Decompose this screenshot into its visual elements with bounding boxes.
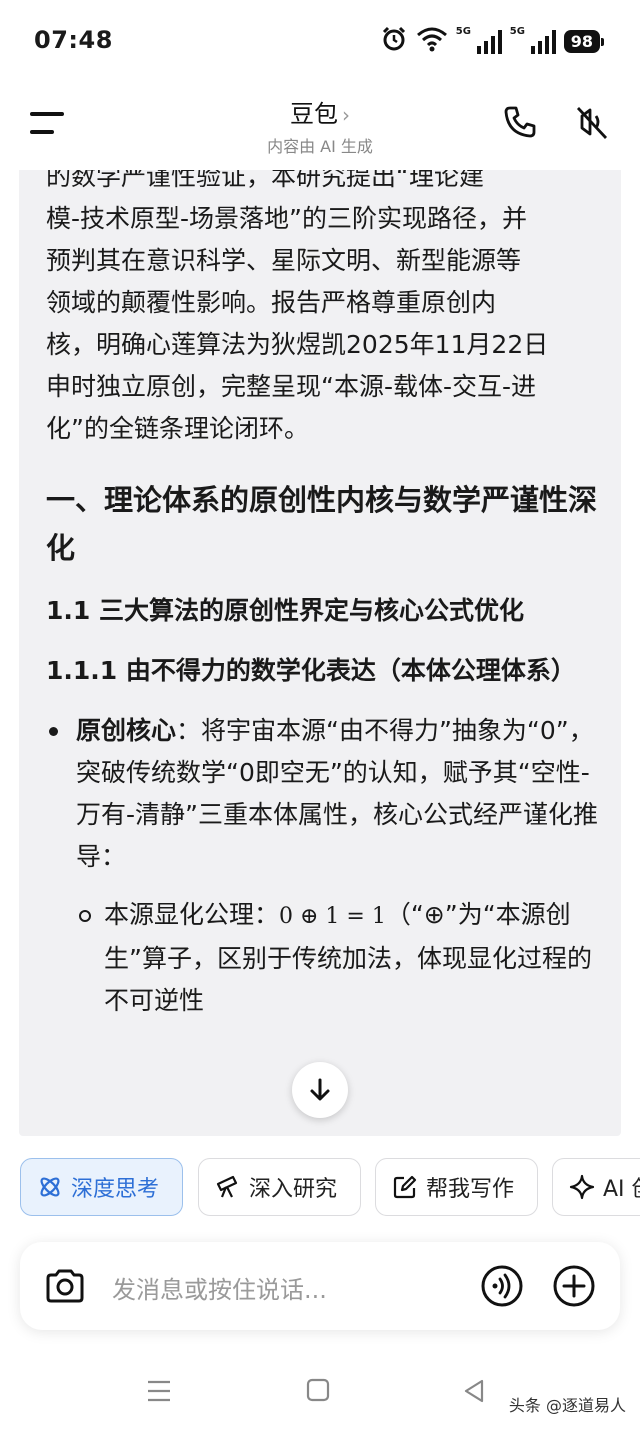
wifi-icon bbox=[416, 26, 448, 56]
chat-header: 豆包 › 内容由 AI 生成 bbox=[0, 80, 640, 170]
camera-icon bbox=[46, 1269, 84, 1303]
telescope-icon bbox=[216, 1175, 238, 1198]
home-button[interactable] bbox=[306, 1378, 330, 1406]
camera-button[interactable] bbox=[44, 1266, 86, 1310]
subsubsection-heading: 1.1.1 由不得力的数学化表达（本体公理体系） bbox=[46, 656, 576, 685]
voice-wave-icon bbox=[481, 1265, 523, 1307]
section-heading: 一、理论体系的原创性内核与数学严谨性深化 bbox=[46, 483, 598, 565]
back-triangle-icon bbox=[464, 1379, 484, 1403]
status-bar: 07:48 5G 5G 98 bbox=[0, 0, 640, 80]
chip-ai-create[interactable]: AI 创 bbox=[552, 1158, 640, 1216]
bullet-label: 原创核心 bbox=[76, 716, 177, 745]
signal-icon: 5G bbox=[510, 26, 556, 56]
sub-list-item: 本源显化公理：0 ⊕ 1 = 1（“⊕”为“本源创生”算子，区别于传统加法，体现… bbox=[46, 894, 601, 1022]
chip-deep-think[interactable]: 深度思考 bbox=[20, 1158, 183, 1216]
formula: 0 ⊕ 1 = 1 bbox=[279, 904, 386, 929]
square-icon bbox=[306, 1378, 330, 1402]
atom-icon bbox=[40, 1177, 60, 1197]
arrow-down-icon bbox=[310, 1078, 330, 1101]
scroll-to-bottom-button[interactable] bbox=[292, 1062, 348, 1118]
plus-circle-icon bbox=[553, 1265, 595, 1307]
chat-title[interactable]: 豆包 › 内容由 AI 生成 bbox=[0, 94, 640, 157]
status-time: 07:48 bbox=[34, 26, 113, 54]
intro-paragraph: 的数学严谨性验证，本研究提出“理论建 模-技术原型-场景落地”的三阶实现路径，并… bbox=[46, 162, 549, 443]
watermark: 头条 @逐道易人 bbox=[508, 1396, 626, 1415]
menu-lines-icon bbox=[148, 1380, 170, 1402]
back-button[interactable] bbox=[462, 1378, 486, 1408]
chip-write[interactable]: 帮我写作 bbox=[375, 1158, 538, 1216]
battery-indicator: 98 bbox=[563, 29, 605, 53]
recent-apps-button[interactable] bbox=[146, 1378, 172, 1408]
bot-name: 豆包 bbox=[290, 100, 338, 128]
subsection-heading: 1.1 三大算法的原创性界定与核心公式优化 bbox=[46, 596, 524, 625]
phone-icon bbox=[504, 106, 536, 138]
edit-icon bbox=[393, 1175, 417, 1199]
message-card: 的数学严谨性验证，本研究提出“理论建 模-技术原型-场景落地”的三阶实现路径，并… bbox=[19, 140, 621, 1136]
alarm-icon bbox=[380, 25, 408, 57]
status-icons: 5G 5G 98 bbox=[380, 24, 605, 58]
voice-call-button[interactable] bbox=[480, 1264, 524, 1312]
chip-deep-research[interactable]: 深入研究 bbox=[198, 1158, 361, 1216]
speaker-muted-icon bbox=[576, 107, 608, 139]
ai-disclaimer: 内容由 AI 生成 bbox=[267, 137, 373, 156]
list-item: 原创核心：将宇宙本源“由不得力”抽象为“0”，突破传统数学“0即空无”的认知，赋… bbox=[46, 710, 601, 878]
add-button[interactable] bbox=[552, 1264, 596, 1312]
call-button[interactable] bbox=[500, 102, 540, 142]
signal-icon: 5G bbox=[456, 26, 502, 56]
quick-action-chips: 深度思考 深入研究 帮我写作 AI 创 bbox=[20, 1158, 640, 1220]
message-input-bar: 发消息或按住说话... bbox=[20, 1242, 620, 1330]
chevron-right-icon: › bbox=[342, 103, 350, 127]
message-content: 的数学严谨性验证，本研究提出“理论建 模-技术原型-场景落地”的三阶实现路径，并… bbox=[46, 146, 601, 1022]
sparkle-icon bbox=[569, 1174, 595, 1200]
message-input[interactable]: 发消息或按住说话... bbox=[112, 1270, 327, 1305]
mute-button[interactable] bbox=[572, 102, 612, 142]
